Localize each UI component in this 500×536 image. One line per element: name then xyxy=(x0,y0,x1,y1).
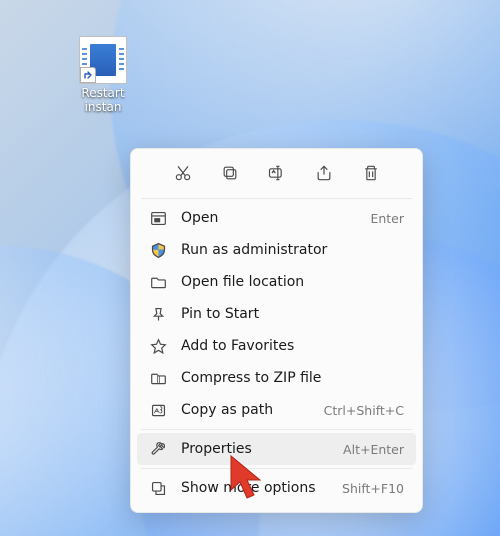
copy-path-icon xyxy=(149,401,167,419)
menu-item-label: Properties xyxy=(181,441,329,457)
menu-item-show-more-options[interactable]: Show more options Shift+F10 xyxy=(137,472,416,504)
menu-item-add-to-favorites[interactable]: Add to Favorites xyxy=(137,330,416,362)
menu-item-label: Open file location xyxy=(181,274,390,290)
wrench-icon xyxy=(149,440,167,458)
menu-item-label: Pin to Start xyxy=(181,306,390,322)
menu-item-open[interactable]: Open Enter xyxy=(137,202,416,234)
menu-item-label: Compress to ZIP file xyxy=(181,370,390,386)
rename-icon[interactable] xyxy=(263,159,291,187)
menu-divider xyxy=(141,198,412,199)
menu-item-accelerator: Enter xyxy=(370,211,404,226)
shield-icon xyxy=(149,241,167,259)
menu-item-copy-as-path[interactable]: Copy as path Ctrl+Shift+C xyxy=(137,394,416,426)
menu-item-properties[interactable]: Properties Alt+Enter xyxy=(137,433,416,465)
menu-item-run-as-admin[interactable]: Run as administrator xyxy=(137,234,416,266)
open-icon xyxy=(149,209,167,227)
context-menu-action-row xyxy=(137,157,416,195)
shortcut-arrow-overlay xyxy=(80,67,96,83)
folder-icon xyxy=(149,273,167,291)
context-menu: Open Enter Run as administrator Open fil… xyxy=(130,148,423,513)
menu-item-pin-to-start[interactable]: Pin to Start xyxy=(137,298,416,330)
menu-item-open-file-location[interactable]: Open file location xyxy=(137,266,416,298)
menu-divider xyxy=(141,468,412,469)
share-icon[interactable] xyxy=(310,159,338,187)
menu-item-label: Add to Favorites xyxy=(181,338,390,354)
menu-item-accelerator: Shift+F10 xyxy=(342,481,404,496)
menu-item-accelerator: Alt+Enter xyxy=(343,442,404,457)
desktop-shortcut-restart[interactable]: Restart instan xyxy=(70,36,136,114)
zip-icon xyxy=(149,369,167,387)
menu-item-label: Show more options xyxy=(181,480,328,496)
shortcut-icon xyxy=(79,36,127,84)
delete-icon[interactable] xyxy=(357,159,385,187)
menu-divider xyxy=(141,429,412,430)
menu-item-accelerator: Ctrl+Shift+C xyxy=(324,403,404,418)
copy-icon[interactable] xyxy=(216,159,244,187)
more-options-icon xyxy=(149,479,167,497)
pin-icon xyxy=(149,305,167,323)
menu-item-label: Copy as path xyxy=(181,402,310,418)
cut-icon[interactable] xyxy=(169,159,197,187)
menu-item-label: Open xyxy=(181,210,356,226)
menu-item-label: Run as administrator xyxy=(181,242,390,258)
menu-item-compress-zip[interactable]: Compress to ZIP file xyxy=(137,362,416,394)
star-icon xyxy=(149,337,167,355)
shortcut-label: Restart instan xyxy=(70,86,136,114)
